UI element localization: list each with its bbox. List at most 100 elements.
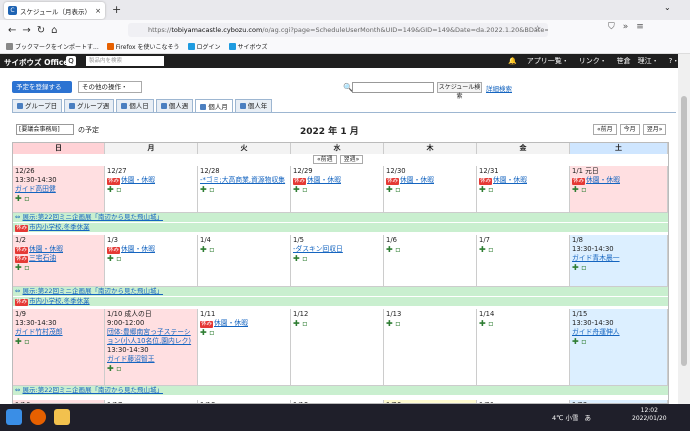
add-event-icon[interactable]: ✚ ▫ xyxy=(386,245,474,255)
add-event-icon[interactable]: ✚ ▫ xyxy=(386,185,474,195)
day-number[interactable]: 12/28 xyxy=(200,167,288,176)
day-cell[interactable]: 12/26 13:30-14:30 ガイド高田健 ✚ ▫ xyxy=(13,166,105,213)
event-title[interactable]: 休園・休暇 xyxy=(214,319,248,327)
search-icon[interactable]: Q xyxy=(66,56,76,66)
day-number[interactable]: 1/13 xyxy=(386,310,474,319)
day-cell[interactable]: 1/6 ✚ ▫ xyxy=(384,235,477,287)
event-title[interactable]: 三宅石油 xyxy=(29,254,56,262)
register-schedule-button[interactable]: 予定を登録する xyxy=(12,81,72,93)
day-cell[interactable]: 12/29 休み 休園・休暇 ✚ ▫ xyxy=(291,166,384,213)
user-menu[interactable]: 笹倉 理江・ xyxy=(617,56,659,66)
day-number[interactable]: 1/9 xyxy=(15,310,102,319)
day-cell[interactable]: 12/30 休み 休園・休暇 ✚ ▫ xyxy=(384,166,477,213)
add-event-icon[interactable]: ✚ ▫ xyxy=(572,263,665,273)
page-scrollbar[interactable] xyxy=(678,54,690,404)
extensions-icon[interactable]: » xyxy=(623,22,629,32)
day-cell[interactable]: 1/10 成人の日 9:00-12:00 団体:豊郷南宮っ子ステーション(小人10名… xyxy=(105,309,198,386)
shield-icon[interactable]: ⛉ xyxy=(608,22,615,32)
day-number[interactable]: 1/14 xyxy=(479,310,567,319)
event-title[interactable]: 休園・休暇 xyxy=(400,176,434,184)
day-number[interactable]: 1/4 xyxy=(200,236,288,245)
day-cell[interactable]: 1/1 元日 休み 休園・休暇 ✚ ▫ xyxy=(570,166,668,213)
event-title[interactable]: 休園・休暇 xyxy=(586,176,620,184)
day-cell[interactable]: 1/14 ✚ ▫ xyxy=(477,309,570,386)
bell-icon[interactable]: 🔔 xyxy=(508,57,517,65)
firefox-icon[interactable] xyxy=(30,409,46,425)
add-event-icon[interactable]: ✚ ▫ xyxy=(15,263,102,273)
day-cell[interactable]: 1/4 ✚ ▫ xyxy=(198,235,291,287)
day-cell[interactable]: 12/28 -*ゴミ;大高商業,資源物収集 ✚ ▫ xyxy=(198,166,291,213)
back-icon[interactable]: ← xyxy=(8,25,16,36)
browser-tab[interactable]: Cスケジュール（月表示） - サイボウズ× xyxy=(4,2,105,19)
day-number[interactable]: 12/30 xyxy=(386,167,474,176)
add-event-icon[interactable]: ✚ ▫ xyxy=(200,185,288,195)
day-number[interactable]: 1/5 xyxy=(293,236,381,245)
day-number[interactable]: 12/31 xyxy=(479,167,567,176)
day-number[interactable]: 1/15 xyxy=(572,310,665,319)
event-title[interactable]: 休園・休暇 xyxy=(493,176,527,184)
all-period-band[interactable]: ⇔ 展示:第22回ミニ企画展「南辺から見た飛山城」 xyxy=(13,287,668,296)
scrollbar-thumb[interactable] xyxy=(681,96,687,366)
prev-month-button[interactable]: «前月 xyxy=(593,124,617,135)
event-link[interactable]: 休み 休園・休暇 xyxy=(200,319,288,328)
bookmark-cybozu[interactable]: サイボウズ xyxy=(228,42,268,51)
add-event-icon[interactable]: ✚ ▫ xyxy=(479,185,567,195)
add-event-icon[interactable]: ✚ ▫ xyxy=(200,245,288,255)
event-link[interactable]: 休み 休園・休暇 xyxy=(107,176,195,185)
add-event-icon[interactable]: ✚ ▫ xyxy=(200,328,288,338)
add-event-icon[interactable]: ✚ ▫ xyxy=(15,337,102,347)
add-event-icon[interactable]: ✚ ▫ xyxy=(107,254,195,264)
all-period-band[interactable]: ⇔ 展示:第22回ミニ企画展「南辺から見た飛山城」 xyxy=(13,386,668,395)
ime-indicator[interactable]: あ xyxy=(585,412,592,422)
event-title[interactable]: 休園・休暇 xyxy=(29,245,63,253)
band-title[interactable]: 展示:第22回ミニ企画展「南辺から見た飛山城」 xyxy=(23,386,163,394)
day-cell[interactable]: 1/5 -ダスキン回収日 ✚ ▫ xyxy=(291,235,384,287)
reload-icon[interactable]: ↻ xyxy=(37,25,45,36)
day-number[interactable]: 1/3 xyxy=(107,236,195,245)
band-title[interactable]: 市内小学校,冬季休業 xyxy=(29,297,90,305)
bookmark-login[interactable]: ログイン xyxy=(187,42,221,51)
home-icon[interactable]: ⌂ xyxy=(51,25,57,36)
event-link[interactable]: ガイド竹村茂郎 xyxy=(15,328,102,337)
band-title[interactable]: 展示:第22回ミニ企画展「南辺から見た飛山城」 xyxy=(23,287,163,295)
group-select[interactable]: [要議会事務局] xyxy=(16,124,74,135)
add-event-icon[interactable]: ✚ ▫ xyxy=(572,185,665,195)
day-cell[interactable]: 1/13 ✚ ▫ xyxy=(384,309,477,386)
next-month-button[interactable]: 翌月» xyxy=(642,124,667,135)
day-cell[interactable]: 12/27 休み 休園・休暇 ✚ ▫ xyxy=(105,166,198,213)
add-event-icon[interactable]: ✚ ▫ xyxy=(293,254,381,264)
prev-week-button[interactable]: «前週 xyxy=(313,155,337,164)
close-tab-icon[interactable]: × xyxy=(95,7,101,15)
event-link[interactable]: -*ゴミ;大高商業,資源物収集 xyxy=(200,176,288,185)
event-link[interactable]: 休み 休園・休暇 xyxy=(293,176,381,185)
day-number[interactable]: 1/2 xyxy=(15,236,102,245)
day-number[interactable]: 1/1 元日 xyxy=(572,167,665,176)
menu-icon[interactable]: ≡ xyxy=(636,22,644,32)
day-cell[interactable]: 1/3 休み 休園・休暇 ✚ ▫ xyxy=(105,235,198,287)
forward-icon[interactable]: → xyxy=(22,25,30,36)
event-link[interactable]: 休み 休園・休暇 xyxy=(572,176,665,185)
add-event-icon[interactable]: ✚ ▫ xyxy=(386,319,474,329)
event-link[interactable]: ガイド青木晨一 xyxy=(572,254,665,263)
event-link[interactable]: 団体:豊郷南宮っ子ステーション(小人10名位,園内レク) xyxy=(107,328,195,346)
event-link[interactable]: 休み 休園・休暇 xyxy=(479,176,567,185)
app-logo[interactable]: サイボウズ Office xyxy=(4,57,68,68)
all-period-band[interactable]: 休み 市内小学校,冬季休業 xyxy=(13,223,668,232)
all-period-band[interactable]: 休み 市内小学校,冬季休業 xyxy=(13,297,668,306)
view-tab[interactable]: 個人年 xyxy=(234,99,273,112)
day-number[interactable]: 1/10 成人の日 xyxy=(107,310,195,319)
day-number[interactable]: 12/27 xyxy=(107,167,195,176)
day-cell[interactable]: 1/9 13:30-14:30 ガイド竹村茂郎 ✚ ▫ xyxy=(13,309,105,386)
product-search-input[interactable]: 製品内を検索 xyxy=(86,56,164,66)
event-link[interactable]: 休み 休園・休暇 xyxy=(386,176,474,185)
event-link[interactable]: 休み 休園・休暇 xyxy=(107,245,195,254)
event-link[interactable]: ガイド舟運伸人 xyxy=(572,328,665,337)
event-link[interactable]: ガイド藤沼智王 xyxy=(107,355,195,364)
event-title[interactable]: 休園・休暇 xyxy=(307,176,341,184)
day-number[interactable]: 1/7 xyxy=(479,236,567,245)
day-number[interactable]: 12/26 xyxy=(15,167,102,176)
all-period-band[interactable]: ⇔ 展示:第22回ミニ企画展「南辺から見た飛山城」 xyxy=(13,213,668,222)
day-cell[interactable]: 1/8 13:30-14:30 ガイド青木晨一 ✚ ▫ xyxy=(570,235,668,287)
add-event-icon[interactable]: ✚ ▫ xyxy=(107,364,195,374)
schedule-search-button[interactable]: スケジュール検索 xyxy=(437,82,482,100)
